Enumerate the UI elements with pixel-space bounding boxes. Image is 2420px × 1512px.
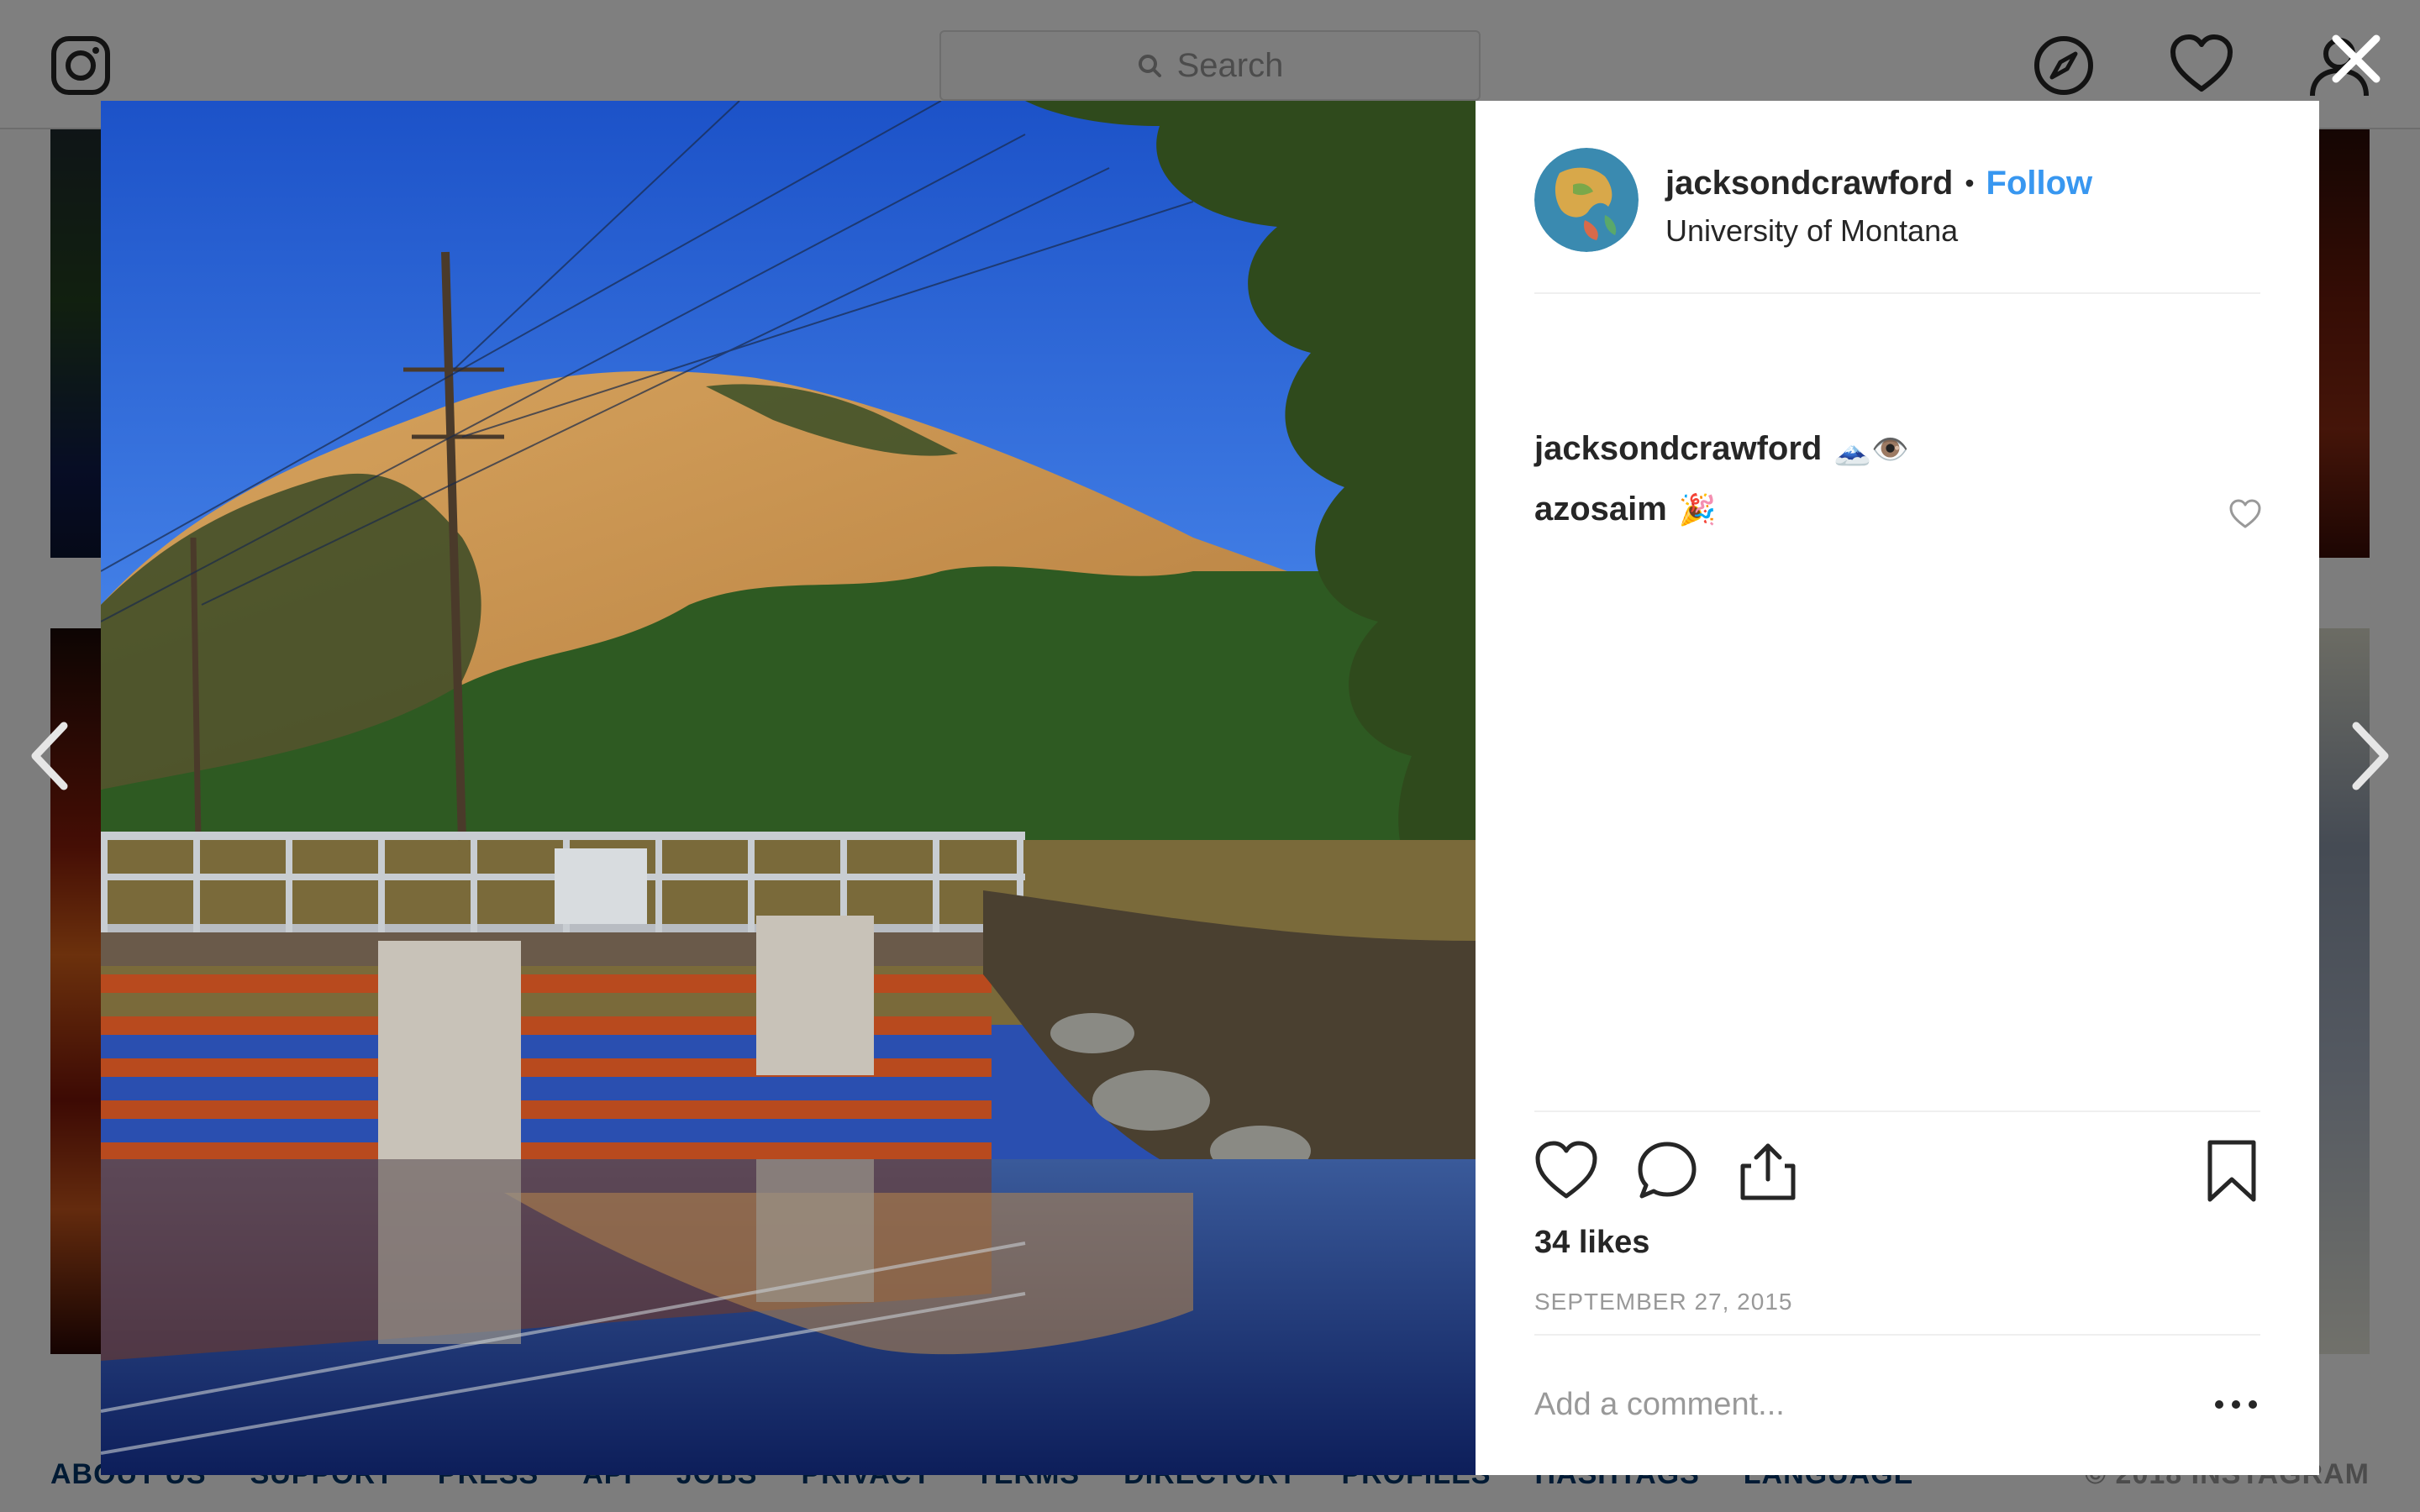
post-modal: jacksondcrawford • Follow University of … bbox=[101, 101, 2319, 1475]
post-date[interactable]: SEPTEMBER 27, 2015 bbox=[1534, 1289, 1792, 1315]
post-photo[interactable] bbox=[101, 101, 1476, 1475]
comment-like-heart-icon[interactable] bbox=[2228, 497, 2262, 531]
caption: jacksondcrawford 🗻👁️ bbox=[1534, 430, 1909, 468]
close-icon[interactable] bbox=[2326, 29, 2386, 89]
landscape-photo-illustration bbox=[101, 101, 1476, 1475]
comment-bubble-icon[interactable] bbox=[1635, 1139, 1699, 1203]
comment-username[interactable]: azosaim bbox=[1534, 491, 1667, 528]
comment-item: azosaim 🎉 bbox=[1534, 491, 1717, 528]
comment-input[interactable] bbox=[1534, 1371, 2173, 1438]
more-options-icon[interactable] bbox=[2212, 1386, 2260, 1423]
post-location[interactable]: University of Montana bbox=[1665, 213, 1958, 249]
post-author-username[interactable]: jacksondcrawford bbox=[1665, 165, 1953, 202]
like-heart-icon[interactable] bbox=[1534, 1139, 1598, 1203]
chevron-left-icon[interactable] bbox=[25, 719, 76, 793]
add-comment-section bbox=[1534, 1334, 2260, 1460]
share-icon[interactable] bbox=[1736, 1139, 1800, 1203]
follow-button[interactable]: Follow bbox=[1986, 165, 2093, 202]
chevron-right-icon[interactable] bbox=[2344, 719, 2395, 793]
avatar[interactable] bbox=[1534, 148, 1639, 252]
post-header: jacksondcrawford • Follow University of … bbox=[1534, 148, 2260, 294]
comment-text: 🗻👁️ bbox=[1833, 431, 1909, 466]
likes-count[interactable]: 34 likes bbox=[1534, 1225, 1649, 1261]
comment-username[interactable]: jacksondcrawford bbox=[1534, 430, 1822, 468]
post-actions: 34 likes SEPTEMBER 27, 2015 bbox=[1534, 1110, 2260, 1329]
bookmark-icon[interactable] bbox=[2200, 1139, 2264, 1203]
comment-text: 🎉 bbox=[1678, 491, 1717, 527]
post-sidebar: jacksondcrawford • Follow University of … bbox=[1476, 101, 2319, 1475]
separator-dot: • bbox=[1965, 168, 1975, 198]
